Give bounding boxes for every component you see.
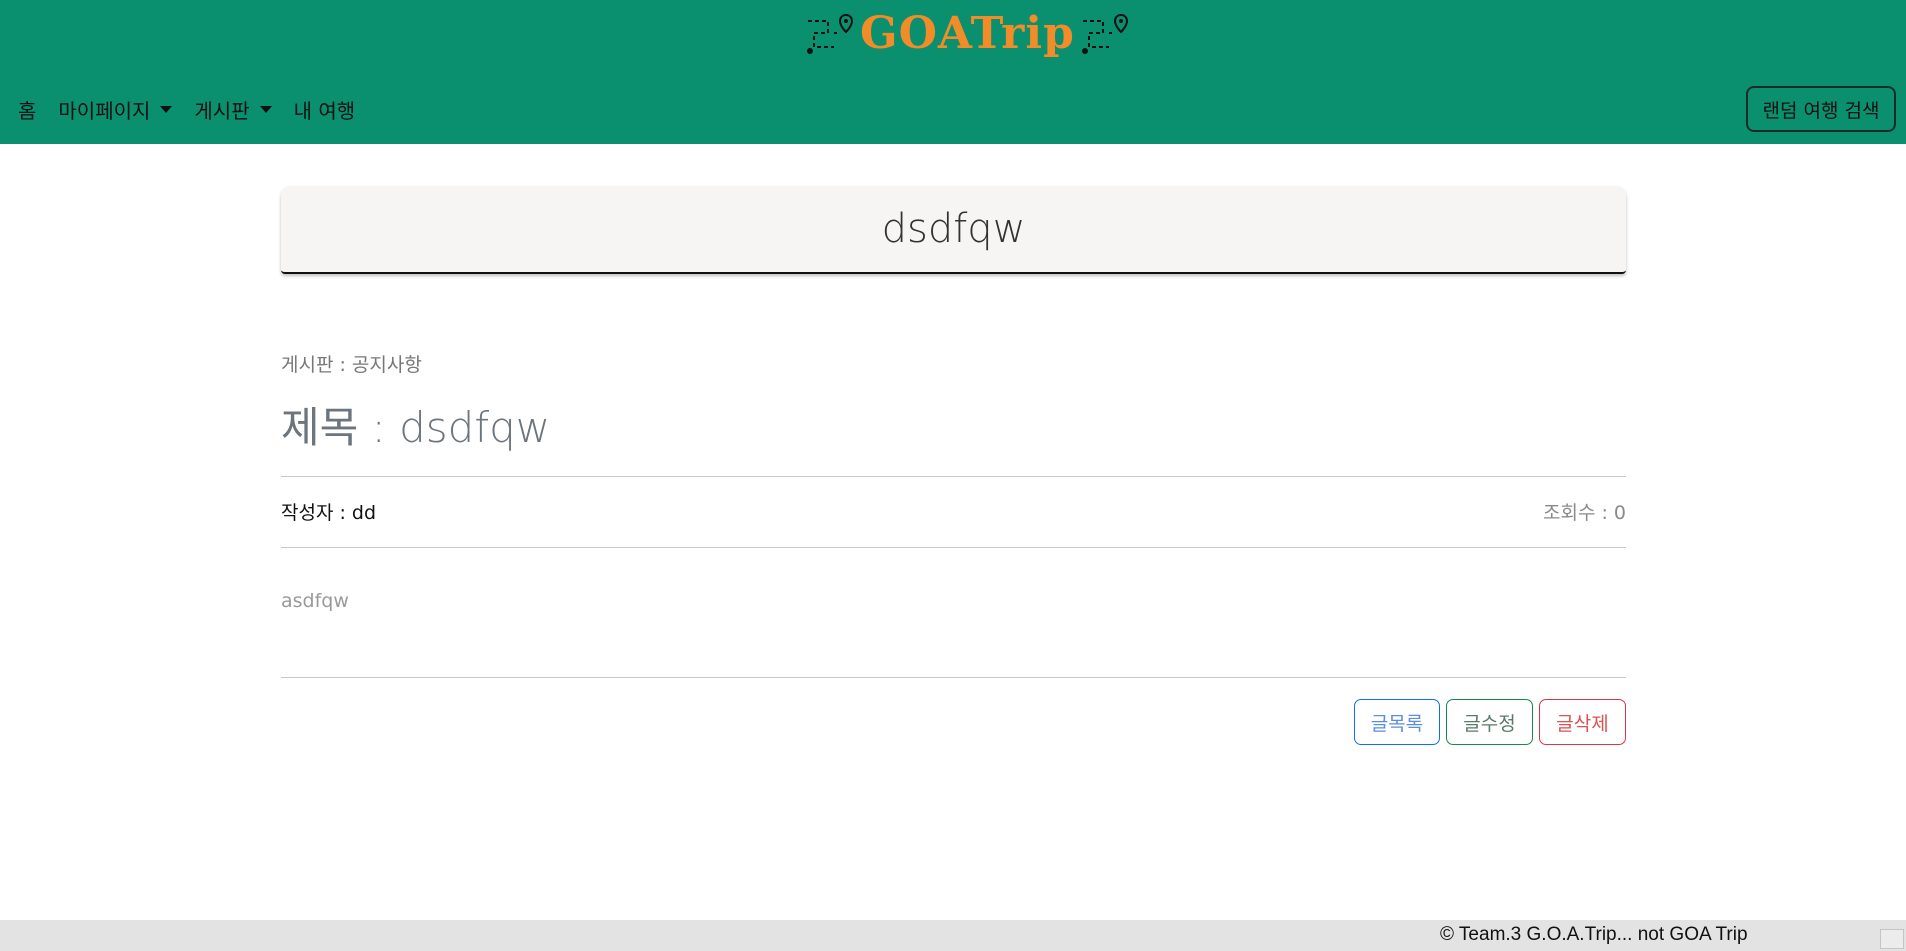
list-button[interactable]: 글목록 [1354,699,1440,745]
nav-home-label: 홈 [18,98,37,123]
divider [281,547,1626,548]
random-trip-search-button[interactable]: 랜덤 여행 검색 [1746,86,1896,132]
post-content: asdfqw [281,590,349,612]
delete-button[interactable]: 글삭제 [1539,699,1626,745]
nav-mytrip-label: 내 여행 [293,98,356,123]
divider [281,476,1626,477]
main-nav: 홈 마이페이지 게시판 내 여행 [18,92,377,126]
nav-board-label: 게시판 [194,98,250,123]
brand-logo[interactable]: GOATrip [804,4,1131,64]
route-map-pin-icon [1079,11,1131,57]
post-author: 작성자 : dd [281,502,377,524]
post-view-count: 조회수 : 0 [1542,502,1626,524]
top-navbar: GOATrip 홈 마이페이지 게시판 내 여행 랜덤 여행 검색 [0,0,1906,144]
nav-mytrip[interactable]: 내 여행 [294,95,356,124]
footer-copyright: © Team.3 G.O.A.Trip... not GOA Trip [1440,924,1748,945]
nav-mypage-dropdown[interactable]: 마이페이지 [58,95,173,124]
footer: © Team.3 G.O.A.Trip... not GOA Trip [0,920,1906,951]
post-actions: 글목록 글수정 글삭제 [1354,699,1626,745]
route-map-pin-icon [804,11,856,57]
post-header-title: dsdfqw [881,206,1026,252]
caret-down-icon [259,105,272,113]
divider [281,677,1626,678]
caret-down-icon [160,105,173,113]
post-header-card: dsdfqw [281,186,1626,274]
brand-name: GOATrip [860,8,1075,59]
board-category: 게시판 : 공지사항 [281,354,422,376]
resize-grip-icon[interactable] [1880,929,1904,949]
edit-button[interactable]: 글수정 [1446,699,1533,745]
nav-home[interactable]: 홈 [18,95,36,124]
nav-mypage-label: 마이페이지 [58,98,151,123]
post-title: 제목 : dsdfqw [281,403,551,452]
nav-board-dropdown[interactable]: 게시판 [194,95,272,124]
